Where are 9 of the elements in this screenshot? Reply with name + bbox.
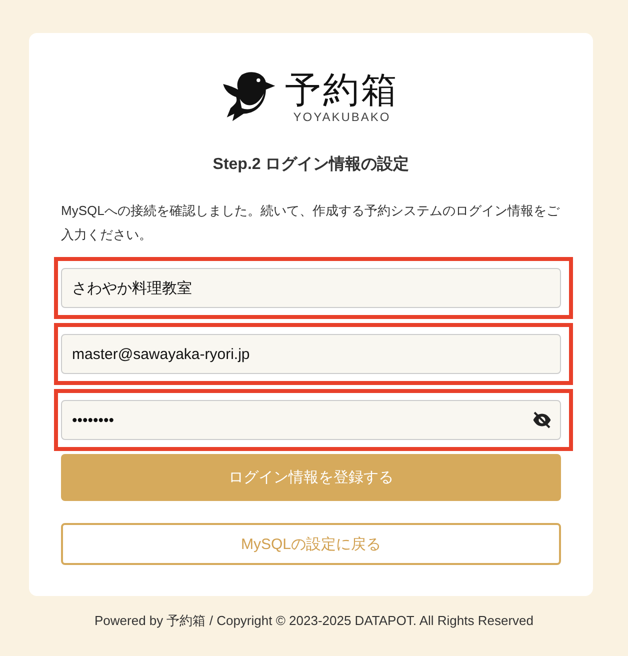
- logo-title: 予約箱: [285, 70, 399, 110]
- eye-slash-icon[interactable]: [532, 410, 552, 430]
- input-field[interactable]: ••••••••: [61, 400, 561, 440]
- input-field[interactable]: master@sawayaka-ryori.jp: [61, 334, 561, 374]
- description-text: MySQLへの接続を確認しました。続いて、作成する予約システムのログイン情報をご入力ください。: [61, 202, 561, 244]
- footer-text: Powered by 予約箱 / Copyright © 2023-2025 DATAPOT. All Rights Reserved: [93, 612, 534, 630]
- input-field[interactable]: さわやか料理教室: [61, 268, 561, 308]
- step-heading: Step.2 ログイン情報の設定: [212, 155, 410, 175]
- logo-subtitle: YOYAKUBAKO: [293, 110, 391, 124]
